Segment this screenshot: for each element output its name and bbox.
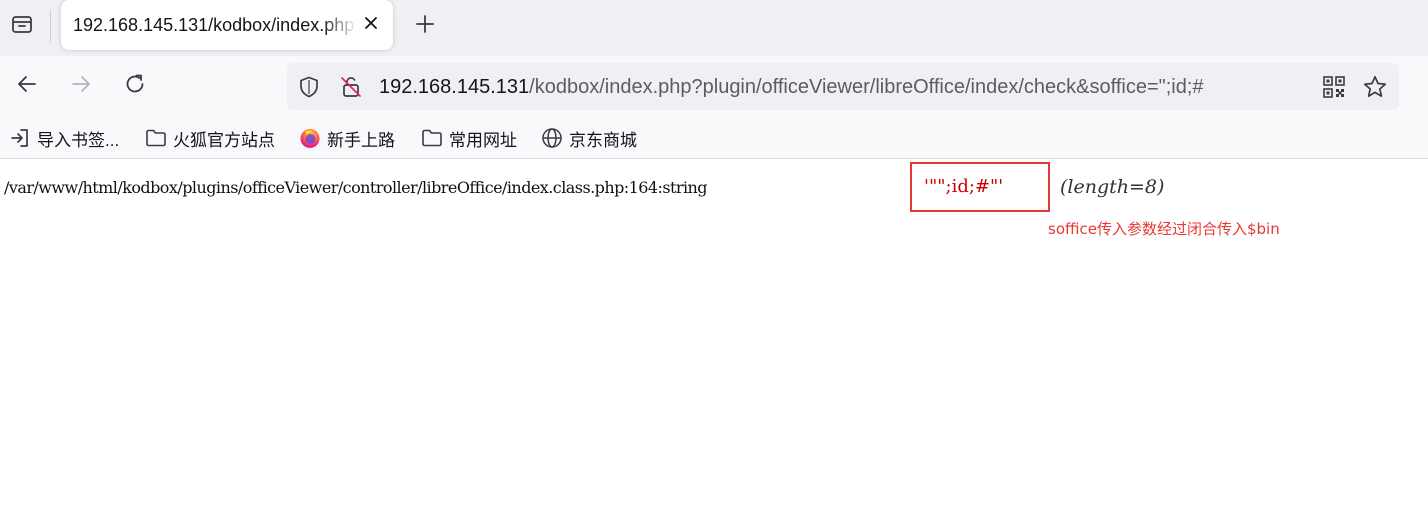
bookmark-label: 导入书签... [37, 130, 120, 150]
arrow-left-icon [15, 72, 39, 101]
bookmark-common-sites[interactable]: 常用网址 [420, 126, 517, 150]
shield-icon[interactable] [297, 75, 321, 99]
annotation-note: soffice传入参数经过闭合传入$bin [1048, 220, 1280, 238]
import-icon [8, 126, 32, 150]
bookmark-getting-started[interactable]: 新手上路 [298, 126, 395, 150]
close-icon [363, 15, 379, 36]
active-tab[interactable]: 192.168.145.131/kodbox/index.php?plugin/… [61, 0, 393, 50]
dump-length: (length=8) [1060, 176, 1165, 198]
page-content: /var/www/html/kodbox/plugins/officeViewe… [0, 160, 1428, 506]
reload-button[interactable] [118, 69, 152, 103]
qr-code-icon[interactable] [1321, 74, 1347, 100]
highlight-box: '"";id;#"' [910, 162, 1050, 212]
url-path: /kodbox/index.php?plugin/officeViewer/li… [529, 76, 1204, 98]
tab-close-button[interactable] [357, 11, 385, 39]
plus-icon [415, 14, 435, 39]
navigation-toolbar: 192.168.145.131/kodbox/index.php?plugin/… [0, 56, 1428, 118]
star-bookmark-icon[interactable] [1362, 74, 1388, 100]
dump-string-value: '"";id;#"' [924, 176, 1004, 197]
folder-icon [144, 126, 168, 150]
bookmarks-toolbar: 导入书签... 火狐官方站点 新手上路 常用网址 京东商城 [0, 118, 1428, 159]
bookmark-label: 常用网址 [449, 130, 517, 150]
arrow-right-icon [69, 72, 93, 101]
new-tab-button[interactable] [408, 9, 442, 43]
firefox-icon [298, 126, 322, 150]
bookmark-label: 新手上路 [327, 130, 395, 150]
folder-icon [420, 126, 444, 150]
reload-icon [123, 72, 147, 101]
bookmark-jd-mall[interactable]: 京东商城 [540, 126, 637, 150]
insecure-lock-icon[interactable] [339, 75, 363, 99]
forward-button[interactable] [64, 69, 98, 103]
tab-overview-icon [10, 12, 34, 41]
dump-file-path: /var/www/html/kodbox/plugins/officeViewe… [4, 178, 708, 197]
tab-strip: 192.168.145.131/kodbox/index.php?plugin/… [0, 0, 1428, 56]
back-button[interactable] [10, 69, 44, 103]
tab-separator [50, 10, 51, 42]
globe-icon [540, 126, 564, 150]
bookmark-label: 火狐官方站点 [173, 130, 275, 150]
tab-overview-button[interactable] [4, 8, 40, 44]
url-text[interactable]: 192.168.145.131/kodbox/index.php?plugin/… [379, 75, 1307, 99]
url-host: 192.168.145.131 [379, 76, 530, 98]
bookmark-import[interactable]: 导入书签... [8, 126, 119, 150]
bookmark-firefox-official[interactable]: 火狐官方站点 [144, 126, 275, 150]
var-dump-line: /var/www/html/kodbox/plugins/officeViewe… [4, 177, 910, 199]
tab-title: 192.168.145.131/kodbox/index.php?plugin/… [73, 15, 357, 35]
bookmark-label: 京东商城 [569, 130, 637, 150]
url-bar[interactable]: 192.168.145.131/kodbox/index.php?plugin/… [287, 63, 1399, 110]
